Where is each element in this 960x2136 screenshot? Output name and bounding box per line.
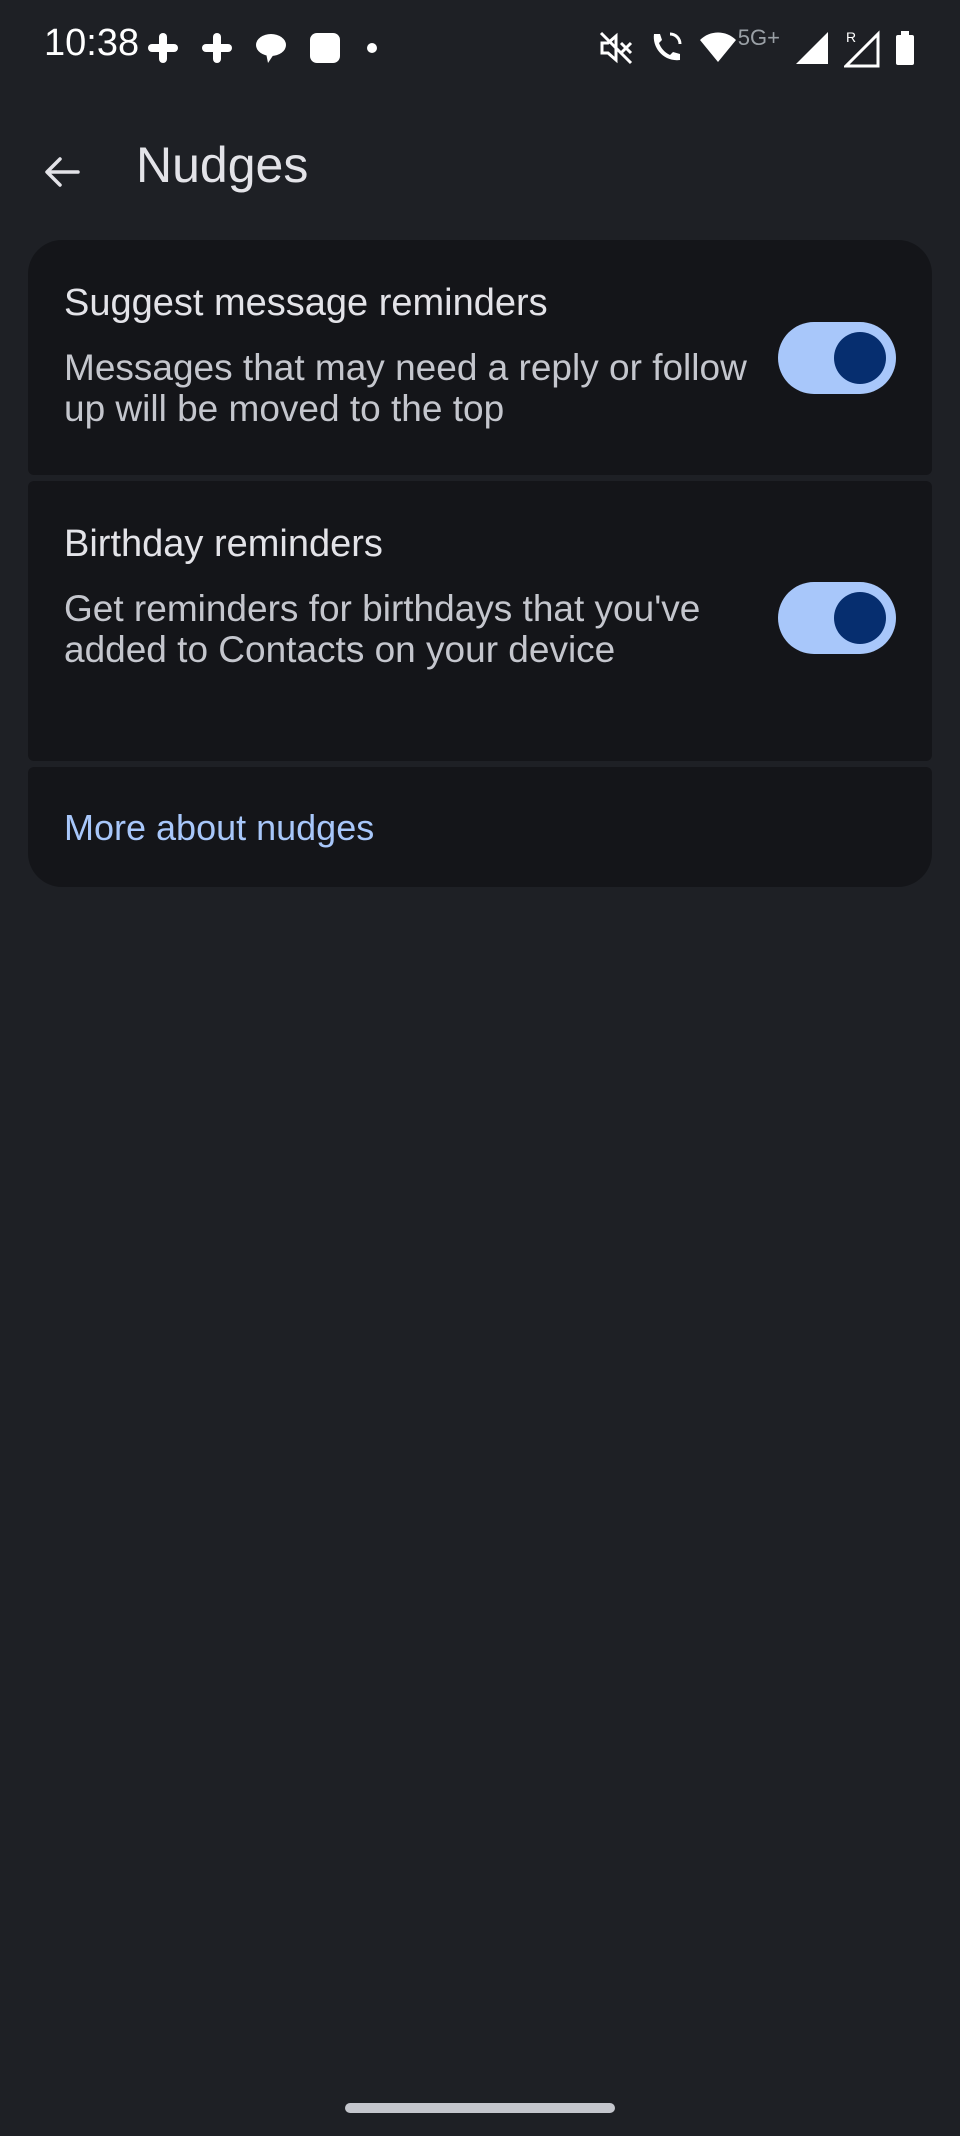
wifi-calling-icon <box>648 30 684 66</box>
dot-icon <box>362 31 382 65</box>
signal-icon <box>794 30 830 66</box>
mute-icon <box>598 30 634 66</box>
setting-description: Get reminders for birthdays that you've … <box>64 588 701 670</box>
toggle-knob <box>834 592 886 644</box>
status-time: 10:38 <box>44 22 140 64</box>
setting-suggest-message-reminders[interactable]: Suggest message reminders Messages that … <box>28 240 932 475</box>
setting-title: Suggest message reminders <box>64 282 548 324</box>
more-about-nudges-link[interactable]: More about nudges <box>64 807 374 849</box>
wifi-icon <box>698 30 738 66</box>
setting-description: Messages that may need a reply or follow… <box>64 347 747 429</box>
birthday-reminders-toggle[interactable] <box>778 582 896 654</box>
page-title: Nudges <box>136 137 309 193</box>
battery-icon <box>894 30 916 66</box>
setting-birthday-reminders[interactable]: Birthday reminders Get reminders for bir… <box>28 481 932 761</box>
back-button[interactable] <box>30 140 94 204</box>
chat-bubble-icon <box>254 31 288 65</box>
network-type-label: 5G+ <box>737 25 780 50</box>
system-icons: 5G+ R <box>598 24 916 72</box>
arrow-back-icon[interactable] <box>42 152 82 192</box>
suggest-reminders-toggle[interactable] <box>778 322 896 394</box>
slack-icon <box>200 31 234 65</box>
setting-title: Birthday reminders <box>64 523 383 565</box>
square-app-icon <box>308 31 342 65</box>
gesture-nav-handle[interactable] <box>345 2103 615 2113</box>
roaming-signal-icon: R <box>844 28 880 68</box>
status-bar: 10:38 5G+ R <box>0 0 960 96</box>
roaming-label: R <box>846 29 856 45</box>
toggle-knob <box>834 332 886 384</box>
notification-icons <box>146 28 382 68</box>
app-bar: Nudges <box>0 120 960 216</box>
more-about-nudges-row[interactable]: More about nudges <box>28 767 932 887</box>
slack-icon <box>146 31 180 65</box>
